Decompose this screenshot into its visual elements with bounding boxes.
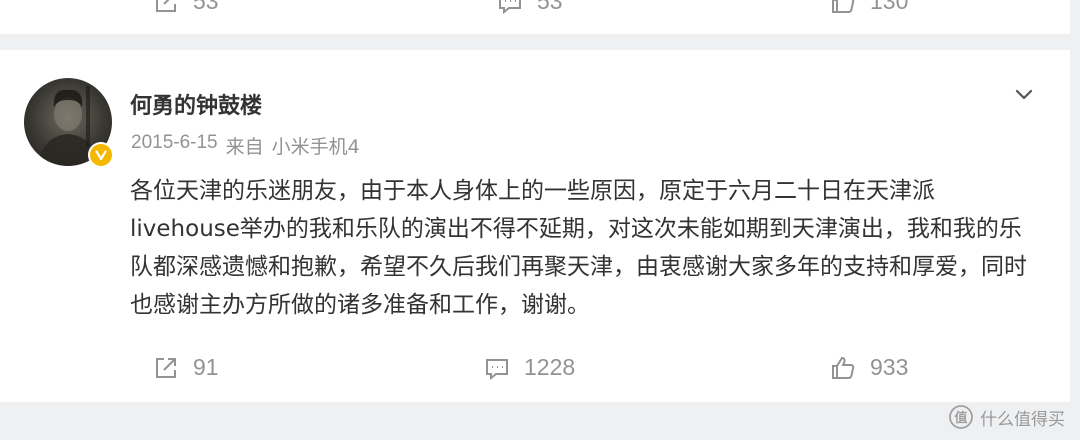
comment-button[interactable]: 53 bbox=[497, 0, 563, 15]
watermark-text: 什么值得买 bbox=[980, 409, 1065, 430]
repost-button[interactable]: 91 bbox=[153, 354, 219, 381]
like-button[interactable]: 130 bbox=[830, 0, 908, 15]
watermark: 值 什么值得买 bbox=[948, 404, 1065, 430]
post-card: 何勇的钟鼓楼 2015-6-15 来自 小米手机4 各位天津的乐迷朋友，由于本人… bbox=[0, 50, 1070, 402]
chevron-down-icon bbox=[1015, 89, 1033, 100]
share-icon bbox=[153, 0, 179, 15]
thumbs-up-icon bbox=[830, 0, 856, 15]
post-text: 各位天津的乐迷朋友，由于本人身体上的一些原因，原定于六月二十日在天津派liveh… bbox=[130, 178, 1027, 318]
source-prefix: 来自 bbox=[225, 136, 264, 158]
comment-button[interactable]: 1228 bbox=[484, 354, 575, 381]
previous-post-card: 53 53 130 bbox=[0, 0, 1070, 34]
verified-badge bbox=[88, 142, 114, 168]
like-count: 130 bbox=[870, 0, 909, 14]
verified-v-icon bbox=[95, 150, 107, 161]
comment-count: 53 bbox=[537, 0, 563, 14]
svg-text:值: 值 bbox=[954, 410, 967, 426]
like-count: 933 bbox=[870, 354, 909, 380]
author-name[interactable]: 何勇的钟鼓楼 bbox=[130, 88, 262, 120]
post-meta: 2015-6-15 来自 小米手机4 bbox=[131, 132, 360, 159]
comment-count: 1228 bbox=[524, 354, 576, 380]
thumbs-up-icon bbox=[830, 355, 856, 381]
comment-icon bbox=[484, 355, 510, 381]
source-device: 小米手机4 bbox=[271, 136, 360, 158]
comment-icon bbox=[497, 0, 523, 15]
share-icon bbox=[153, 355, 179, 381]
repost-count: 91 bbox=[193, 354, 219, 380]
zhide-logo-icon: 值 bbox=[948, 404, 974, 430]
like-button[interactable]: 933 bbox=[830, 354, 908, 381]
more-options-button[interactable] bbox=[1010, 80, 1038, 108]
repost-button[interactable]: 53 bbox=[153, 0, 219, 15]
repost-count: 53 bbox=[193, 0, 219, 14]
post-date[interactable]: 2015-6-15 bbox=[131, 132, 218, 159]
